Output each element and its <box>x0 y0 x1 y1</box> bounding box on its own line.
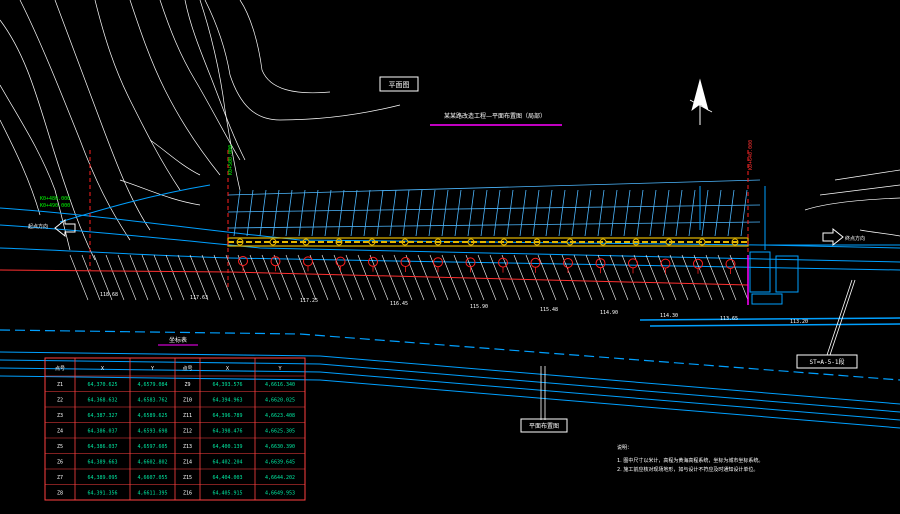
notes-title: 说明： <box>617 444 632 451</box>
table-cell: 4,6583.762 <box>137 398 167 404</box>
table-cell: 4,6602.802 <box>137 460 167 466</box>
table-cell: 4,6625.305 <box>265 429 295 435</box>
station-lines <box>89 150 749 300</box>
table-cell: 64,402.204 <box>212 460 242 466</box>
table-cell: 4,6597.605 <box>137 444 167 450</box>
table-cell: Z13 <box>183 444 192 450</box>
table-cell: 64,389.095 <box>87 475 117 481</box>
table-cell: 4,6644.202 <box>265 475 295 481</box>
table-cell: Z6 <box>57 460 63 466</box>
table-cell: 64,391.356 <box>87 491 117 497</box>
table-cell: Z10 <box>183 398 192 404</box>
stake-marker <box>530 257 541 268</box>
table-cell: 64,400.139 <box>212 444 242 450</box>
table-cell: 4,6593.698 <box>137 429 167 435</box>
table-cell: Z5 <box>57 444 63 450</box>
table-cell: 64,389.663 <box>87 460 117 466</box>
table-cell: 64,404.003 <box>212 475 242 481</box>
elevation-label: 114.90 <box>600 310 618 316</box>
table-cell: Z2 <box>57 398 63 404</box>
table-header-cell: X <box>226 366 230 372</box>
stake-marker <box>335 256 346 267</box>
note-2: 2. 施工前应核对现场地形，如与设计不符应及时通知设计单位。 <box>617 466 758 473</box>
table-cell: Z3 <box>57 413 63 419</box>
dim-left-b: K0+490.000 <box>40 203 70 209</box>
table-cell: 4,6639.645 <box>265 460 295 466</box>
table-cell: 64,386.037 <box>87 444 117 450</box>
elevation-label: 115.48 <box>540 307 558 313</box>
table-cell: 64,396.789 <box>212 413 242 419</box>
table-header-cell: 点号 <box>55 366 65 372</box>
table-cell: 4,6630.390 <box>265 444 295 450</box>
leader-lines <box>540 279 856 420</box>
note-1: 1. 图中尺寸以米计，高程为黄海高程系统，坐标为城市坐标系统。 <box>617 457 763 464</box>
table-cell: 4,6620.025 <box>265 398 295 404</box>
stake-marker <box>303 256 313 267</box>
table-cell: Z1 <box>57 382 63 388</box>
table-cell: 4,6579.084 <box>137 382 167 388</box>
table-cell: Z9 <box>184 382 190 388</box>
table-cell: 4,6607.055 <box>137 475 167 481</box>
elevation-label: 113.65 <box>720 316 738 322</box>
table-cell: 64,370.625 <box>87 382 117 388</box>
stake-right-label: K0+640.000 <box>748 140 754 170</box>
box-right-text: ST=A-5-1段 <box>810 358 845 366</box>
roadside-line <box>0 269 749 286</box>
left-arrow-icon <box>54 218 76 238</box>
stake-marker <box>693 258 703 269</box>
table-cell: 4,6616.340 <box>265 382 295 388</box>
elevation-label: 115.90 <box>470 304 488 310</box>
notes: 说明： 1. 图中尺寸以米计，高程为黄海高程系统，坐标为城市坐标系统。 2. 施… <box>617 444 763 473</box>
elevation-label: 117.25 <box>300 298 318 304</box>
right-end-label: 终点方向 <box>845 235 865 242</box>
stake-marker <box>595 258 606 269</box>
table-cell: Z12 <box>183 429 192 435</box>
table-cell: 4,6589.625 <box>137 413 167 419</box>
table-cell: 4,6623.408 <box>265 413 295 419</box>
table-header-cell: Y <box>150 366 155 372</box>
dim-left-a: K0+480.000 <box>40 196 70 202</box>
table-header-cell: X <box>101 366 105 372</box>
table-cell: 64,398.476 <box>212 429 242 435</box>
stake-marker <box>563 258 573 268</box>
table-cell: Z15 <box>183 475 192 481</box>
table-cell: 64,405.915 <box>212 491 242 497</box>
stake-marker <box>628 258 638 269</box>
table-cell: 4,6611.395 <box>137 491 167 497</box>
elevation-label: 118.68 <box>100 292 118 298</box>
elevation-label: 114.30 <box>660 313 678 319</box>
table-cell: 64,393.576 <box>212 382 242 388</box>
table-cell: Z4 <box>57 429 63 435</box>
box-top-label: 平面图 <box>379 76 419 92</box>
table-cell: 64,394.963 <box>212 398 242 404</box>
elevation-label: 116.45 <box>390 301 408 307</box>
elevation-label: 113.20 <box>790 319 808 325</box>
table-cell: 64,386.037 <box>87 429 117 435</box>
stake-left-label: K0+500.000 <box>228 145 234 175</box>
structure-grid <box>227 179 761 237</box>
stake-marker <box>660 258 671 269</box>
table-cell: Z11 <box>183 413 192 419</box>
elevation-label: 117.63 <box>190 295 208 301</box>
cad-drawing: 平面图 ST=A-5-1段 平面布置图 某某路改造工程—平面布置图（局部） 起点… <box>0 0 900 501</box>
table-cell: Z16 <box>183 491 192 497</box>
table-cell: 64,368.632 <box>87 398 117 404</box>
box-mid-label: 平面布置图 <box>520 418 568 433</box>
table-header-cell: 点号 <box>182 366 192 372</box>
table-cell: 64,387.327 <box>87 413 117 419</box>
right-arrow-icon <box>822 227 844 247</box>
left-start-label: 起点方向 <box>28 223 48 230</box>
table-title: 坐标表 <box>169 336 187 344</box>
box-right-label: ST=A-5-1段 <box>796 354 858 369</box>
table-cell: Z8 <box>57 491 63 497</box>
project-title: 某某路改造工程—平面布置图（局部） <box>444 112 546 120</box>
table-cell: 4,6649.953 <box>265 491 295 497</box>
box-mid-text: 平面布置图 <box>529 422 559 430</box>
table-cell: Z7 <box>57 475 63 481</box>
table-cell: Z14 <box>183 460 192 466</box>
slope-hatch <box>69 254 749 301</box>
north-arrow-icon <box>689 78 713 125</box>
box-top-text: 平面图 <box>389 81 410 89</box>
